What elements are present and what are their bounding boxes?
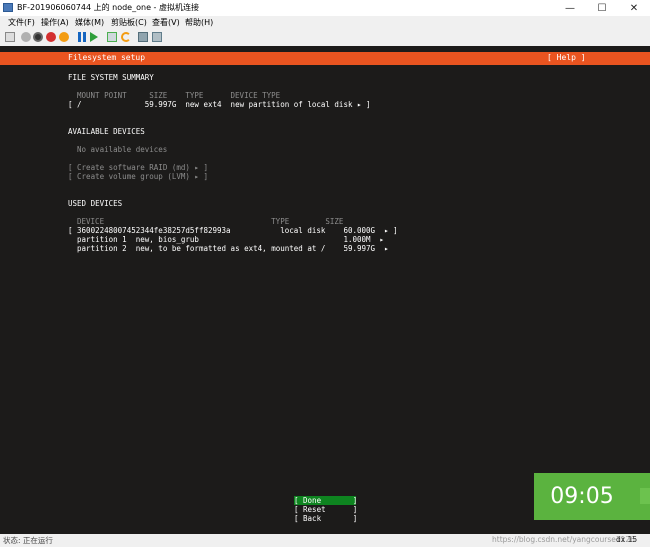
turn-off-icon[interactable]: [33, 32, 43, 42]
menu-view[interactable]: 查看(V): [152, 17, 180, 28]
no-available-devices: No available devices: [77, 145, 168, 154]
clock-time: 09:05: [550, 484, 614, 509]
toolbar: [0, 29, 650, 47]
menu-help[interactable]: 帮助(H): [185, 17, 213, 28]
maximize-button[interactable]: ☐: [586, 0, 618, 16]
used-devices-heading: USED DEVICES: [68, 199, 123, 208]
help-button[interactable]: [ Help ]: [547, 53, 586, 62]
checkpoint-icon[interactable]: [107, 32, 117, 42]
clock-edge-tile: [640, 488, 650, 504]
status-bar: 状态: 正在运行 https://blog.csdn.net/yangcours…: [0, 534, 650, 547]
enhanced-session-icon[interactable]: [138, 32, 148, 42]
window-title: BF-201906060744 上的 node_one - 虚拟机连接: [17, 3, 199, 12]
ctrl-alt-del-icon[interactable]: [5, 32, 15, 42]
share-icon[interactable]: [152, 32, 162, 42]
partition-row[interactable]: partition 1 new, bios_grub 1.000M ▸: [68, 235, 384, 244]
status-text: 状态: 正在运行: [3, 536, 53, 545]
used-devices-columns: DEVICE TYPE SIZE: [77, 217, 344, 226]
menu-file[interactable]: 文件(F): [8, 17, 35, 28]
watermark-text: https://blog.csdn.net/yangcourse1126: [492, 535, 635, 544]
fs-summary-heading: FILE SYSTEM SUMMARY: [68, 73, 154, 82]
available-devices-heading: AVAILABLE DEVICES: [68, 127, 145, 136]
reset-button[interactable]: [ Reset ]: [294, 505, 357, 514]
create-lvm-button[interactable]: [ Create volume group (LVM) ▸ ]: [68, 172, 208, 181]
menu-action[interactable]: 操作(A): [41, 17, 69, 28]
menu-bar: 文件(F) 操作(A) 媒体(M) 剪贴板(C) 查看(V) 帮助(H): [0, 16, 650, 29]
vm-connection-icon: [3, 3, 13, 12]
minimize-button[interactable]: —: [554, 0, 586, 16]
status-right: dx 15: [616, 535, 638, 544]
pause-icon[interactable]: [78, 32, 86, 42]
partition-row[interactable]: partition 2 new, to be formatted as ext4…: [68, 244, 389, 253]
create-raid-button[interactable]: [ Create software RAID (md) ▸ ]: [68, 163, 208, 172]
used-device-row[interactable]: [ 36002248007452344fe38257d5ff82993a loc…: [68, 226, 398, 235]
installer-header: Filesystem setup [ Help ]: [0, 52, 650, 65]
fs-summary-row[interactable]: [ / 59.997G new ext4 new partition of lo…: [68, 100, 371, 109]
screen-title: Filesystem setup: [68, 53, 146, 62]
clock-overlay: 09:05: [534, 473, 650, 520]
start-icon[interactable]: [21, 32, 31, 42]
fs-summary-columns: MOUNT POINT SIZE TYPE DEVICE TYPE: [77, 91, 281, 100]
done-button[interactable]: [ Done ]: [294, 496, 357, 505]
menu-media[interactable]: 媒体(M): [75, 17, 104, 28]
back-button[interactable]: [ Back ]: [294, 514, 357, 523]
menu-clipboard[interactable]: 剪贴板(C): [111, 17, 147, 28]
resume-icon[interactable]: [90, 32, 98, 42]
shutdown-icon[interactable]: [46, 32, 56, 42]
save-state-icon[interactable]: [59, 32, 69, 42]
close-button[interactable]: ✕: [618, 0, 650, 16]
window-titlebar: BF-201906060744 上的 node_one - 虚拟机连接 — ☐ …: [0, 0, 650, 17]
revert-icon[interactable]: [121, 32, 131, 42]
vm-console[interactable]: Filesystem setup [ Help ] FILE SYSTEM SU…: [0, 46, 650, 534]
